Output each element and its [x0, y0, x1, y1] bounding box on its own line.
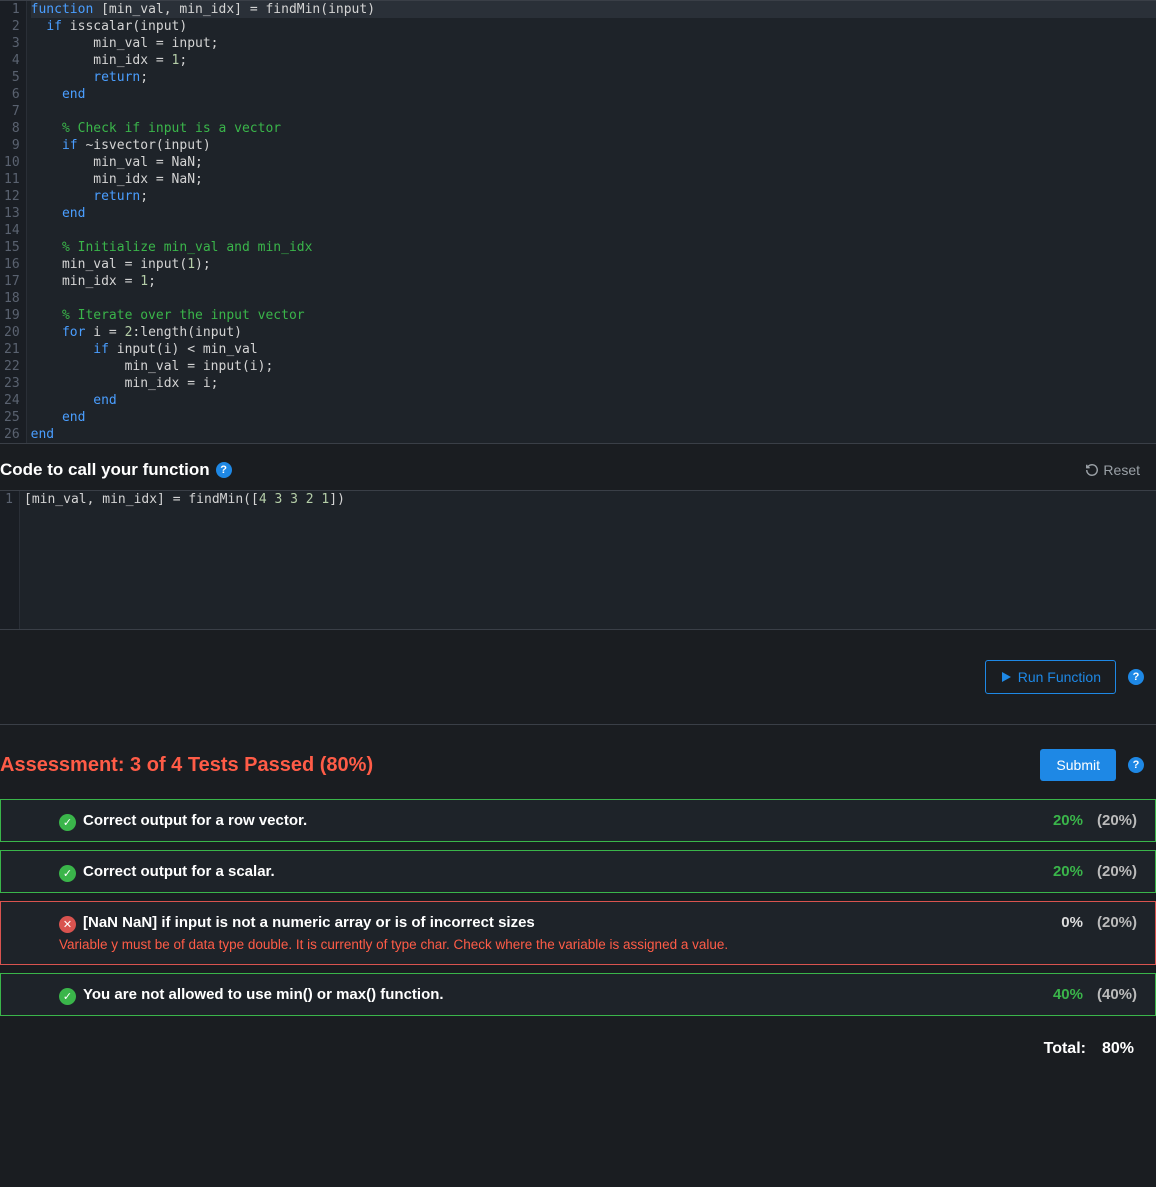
run-function-button[interactable]: Run Function [985, 660, 1116, 694]
code-line[interactable]: % Iterate over the input vector [31, 307, 1156, 324]
code-line[interactable]: [min_val, min_idx] = findMin([4 3 3 2 1]… [24, 491, 1156, 508]
main-gutter: 1234567891011121314151617181920212223242… [0, 1, 27, 443]
help-icon[interactable]: ? [1128, 757, 1144, 773]
code-line[interactable]: min_val = input(1); [31, 256, 1156, 273]
help-icon[interactable]: ? [1128, 669, 1144, 685]
code-line[interactable]: % Check if input is a vector [31, 120, 1156, 137]
test-error-message: Variable y must be of data type double. … [59, 937, 1137, 952]
call-section-header: Code to call your function ? Reset [0, 444, 1156, 490]
code-line[interactable]: min_val = NaN; [31, 154, 1156, 171]
code-line[interactable] [31, 103, 1156, 120]
call-section-title: Code to call your function ? [0, 460, 232, 480]
total-label: Total: [1044, 1040, 1086, 1058]
code-line[interactable]: function [min_val, min_idx] = findMin(in… [31, 1, 1156, 18]
play-icon [1000, 671, 1012, 683]
run-button-label: Run Function [1018, 669, 1101, 685]
test-row[interactable]: ✓ Correct output for a scalar. 20% (20%) [0, 850, 1156, 893]
code-line[interactable]: end [31, 426, 1156, 443]
main-code-content[interactable]: function [min_val, min_idx] = findMin(in… [27, 1, 1156, 443]
check-icon: ✓ [59, 865, 76, 882]
code-line[interactable]: min_idx = NaN; [31, 171, 1156, 188]
code-line[interactable]: min_idx = 1; [31, 273, 1156, 290]
code-line[interactable]: end [31, 409, 1156, 426]
help-icon[interactable]: ? [216, 462, 232, 478]
reset-label: Reset [1103, 462, 1140, 478]
score-earned: 40% [1053, 986, 1083, 1003]
call-gutter: 1 [0, 491, 20, 629]
code-line[interactable]: end [31, 392, 1156, 409]
total-value: 80% [1102, 1040, 1134, 1058]
reset-icon [1085, 463, 1099, 477]
test-row[interactable]: ✓ Correct output for a row vector. 20% (20%… [0, 799, 1156, 842]
main-code-editor[interactable]: 1234567891011121314151617181920212223242… [0, 0, 1156, 444]
code-line[interactable]: for i = 2:length(input) [31, 324, 1156, 341]
score-weight: (20%) [1097, 914, 1137, 931]
code-line[interactable]: end [31, 205, 1156, 222]
run-row: Run Function ? [0, 630, 1156, 725]
code-line[interactable] [31, 222, 1156, 239]
test-label: Correct output for a scalar. [83, 863, 275, 880]
code-line[interactable]: return; [31, 188, 1156, 205]
code-line[interactable]: return; [31, 69, 1156, 86]
assessment-title: Assessment: 3 of 4 Tests Passed (80%) [0, 754, 373, 777]
code-line[interactable]: if isscalar(input) [31, 18, 1156, 35]
test-label: You are not allowed to use min() or max(… [83, 986, 444, 1003]
call-title-text: Code to call your function [0, 460, 210, 480]
total-row: Total: 80% [0, 1024, 1156, 1082]
check-icon: ✓ [59, 988, 76, 1005]
code-line[interactable]: min_idx = i; [31, 375, 1156, 392]
score-weight: (20%) [1097, 863, 1137, 880]
check-icon: ✓ [59, 814, 76, 831]
code-line[interactable]: min_val = input; [31, 35, 1156, 52]
score-earned: 20% [1053, 863, 1083, 880]
submit-button[interactable]: Submit [1040, 749, 1116, 781]
code-line[interactable]: min_val = input(i); [31, 358, 1156, 375]
code-line[interactable]: end [31, 86, 1156, 103]
code-line[interactable]: if ~isvector(input) [31, 137, 1156, 154]
test-results-list: ✓ Correct output for a row vector. 20% (20%… [0, 799, 1156, 1016]
test-row[interactable]: ✕ [NaN NaN] if input is not a numeric arr… [0, 901, 1156, 965]
score-earned: 0% [1061, 914, 1083, 931]
test-row[interactable]: ✓ You are not allowed to use min() or max… [0, 973, 1156, 1016]
code-line[interactable]: % Initialize min_val and min_idx [31, 239, 1156, 256]
code-line[interactable]: min_idx = 1; [31, 52, 1156, 69]
test-label: Correct output for a row vector. [83, 812, 307, 829]
score-earned: 20% [1053, 812, 1083, 829]
reset-button[interactable]: Reset [1085, 462, 1156, 478]
code-line[interactable]: if input(i) < min_val [31, 341, 1156, 358]
call-code-content[interactable]: [min_val, min_idx] = findMin([4 3 3 2 1]… [20, 491, 1156, 629]
score-weight: (20%) [1097, 812, 1137, 829]
score-weight: (40%) [1097, 986, 1137, 1003]
call-code-editor[interactable]: 1 [min_val, min_idx] = findMin([4 3 3 2 … [0, 490, 1156, 630]
code-line[interactable] [31, 290, 1156, 307]
x-icon: ✕ [59, 916, 76, 933]
test-label: [NaN NaN] if input is not a numeric arra… [83, 914, 535, 931]
assessment-header: Assessment: 3 of 4 Tests Passed (80%) Su… [0, 725, 1156, 799]
